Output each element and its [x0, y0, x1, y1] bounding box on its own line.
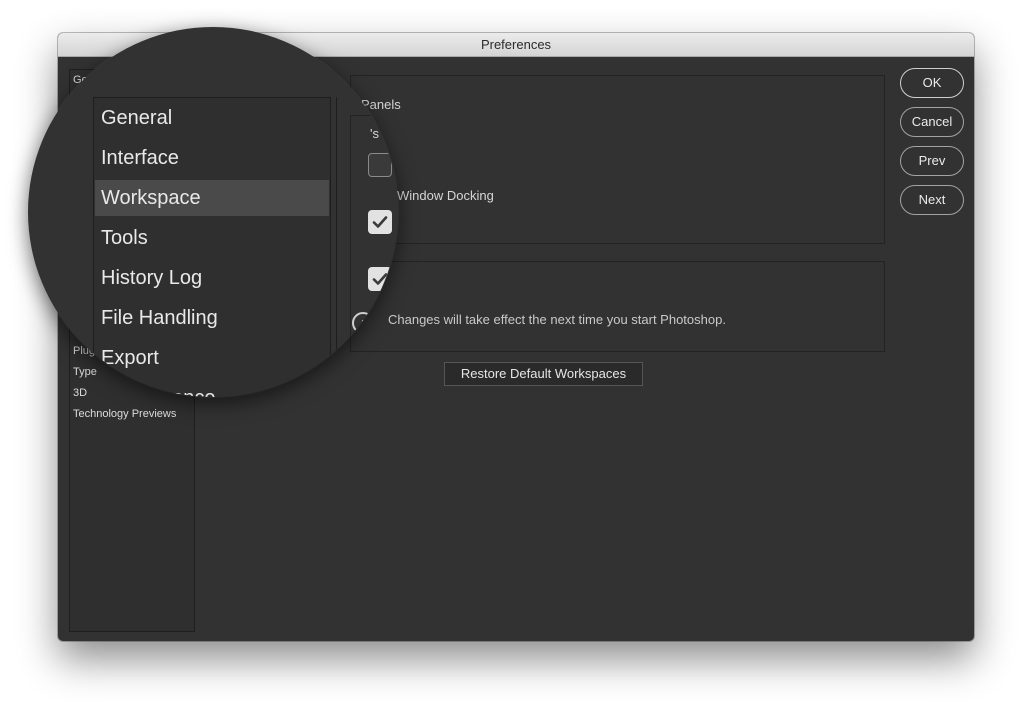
magnified-item-file-handling[interactable]: File Handling: [95, 300, 329, 336]
next-button[interactable]: Next: [900, 185, 964, 215]
magnifier-lens: General Interface Workspace Tools Histor…: [28, 27, 398, 397]
magnified-item-general[interactable]: General: [95, 100, 329, 136]
magnified-item-workspace[interactable]: Workspace: [95, 180, 329, 216]
magnified-preferences-list[interactable]: General Interface Workspace Tools Histor…: [93, 97, 331, 397]
info-icon: [352, 312, 374, 334]
magnified-label-fragment-2: ar: [380, 282, 392, 297]
checkmark-icon: [372, 216, 388, 228]
magnified-checkbox-checked[interactable]: [368, 210, 392, 234]
ok-button[interactable]: OK: [900, 68, 964, 98]
sidebar-item-technology-previews[interactable]: Technology Previews: [73, 408, 176, 420]
panels-group: Panels Window Docking: [350, 75, 885, 244]
restart-hint-text: Changes will take effect the next time y…: [388, 312, 726, 327]
magnified-checkbox-unchecked[interactable]: [368, 153, 392, 177]
prev-button[interactable]: Prev: [900, 146, 964, 176]
magnified-label-fragment: 's: [370, 126, 379, 141]
magnified-item-performance[interactable]: Performance: [95, 380, 329, 397]
options-group: Changes will take effect the next time y…: [350, 261, 885, 352]
magnified-item-export[interactable]: Export: [95, 340, 329, 376]
cancel-button[interactable]: Cancel: [900, 107, 964, 137]
magnified-item-history-log[interactable]: History Log: [95, 260, 329, 296]
magnified-item-interface[interactable]: Interface: [95, 140, 329, 176]
sidebar-item-3d[interactable]: 3D: [73, 387, 87, 399]
window-docking-label[interactable]: Window Docking: [397, 188, 494, 203]
restore-default-workspaces-button[interactable]: Restore Default Workspaces: [444, 362, 643, 386]
magnified-item-tools[interactable]: Tools: [95, 220, 329, 256]
